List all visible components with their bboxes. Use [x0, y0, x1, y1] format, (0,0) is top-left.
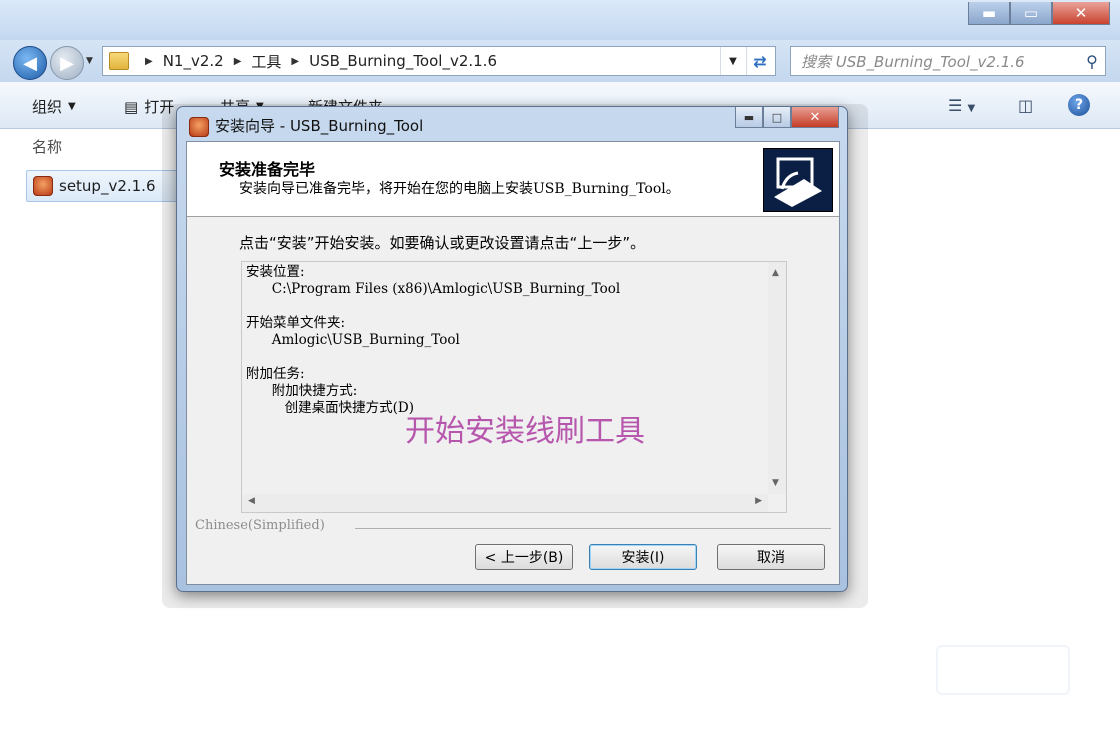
back-button[interactable]: ◀ [13, 46, 47, 80]
cancel-button[interactable]: 取消 [717, 544, 825, 570]
address-row: ◀ ▶ ▼ ▶ N1_v2.2 ▶ 工具 ▶ USB_Burning_Tool_… [0, 40, 1120, 82]
list-item[interactable]: setup_v2.1.6 [26, 170, 178, 202]
dialog-minimize-button[interactable]: ▬ [735, 107, 763, 128]
arrow-right-icon: ▶ [60, 52, 74, 74]
app-icon [33, 176, 53, 196]
arrow-left-icon: ◀ [23, 52, 37, 74]
install-button[interactable]: 安装(I) [589, 544, 697, 570]
view-options-icon[interactable]: ☰ ▼ [948, 96, 975, 115]
dialog-close-button[interactable]: ✕ [791, 107, 839, 128]
search-input[interactable]: 搜索 USB_Burning_Tool_v2.1.6 [801, 51, 1079, 72]
breadcrumb-separator-icon: ▶ [233, 55, 242, 67]
dialog-title: 安装向导 - USB_Burning_Tool [215, 117, 424, 135]
breadcrumb: ▶ N1_v2.2 ▶ 工具 ▶ USB_Burning_Tool_v2.1.6 [135, 51, 497, 72]
address-dropdown-icon[interactable]: ▼ [720, 47, 745, 75]
organize-button[interactable]: 组织 ▼ [32, 96, 76, 117]
wizard-header-subtitle: 安装向导已准备完毕，将开始在您的电脑上安装USB_Burning_Tool。 [239, 181, 680, 197]
installer-dialog: 安装向导 - USB_Burning_Tool ▬ □ ✕ 安装准备完毕 安装向… [176, 106, 848, 592]
maximize-button[interactable]: ▭ [1010, 2, 1052, 25]
language-divider [355, 528, 831, 529]
forward-button[interactable]: ▶ [50, 46, 84, 80]
summary-memo[interactable]: 安装位置: C:\Program Files (x86)\Amlogic\USB… [241, 261, 787, 513]
dialog-window-controls: ▬ □ ✕ [735, 107, 839, 128]
explorer-titlebar: ▬ ▭ ✕ [0, 0, 1120, 40]
organize-label: 组织 [32, 98, 63, 116]
open-icon: ▤ [124, 97, 139, 116]
installer-logo-icon [763, 148, 833, 212]
recent-pages-dropdown-icon[interactable]: ▼ [86, 56, 93, 66]
language-label: Chinese(Simplified) [195, 518, 325, 533]
chevron-down-icon: ▼ [68, 101, 76, 112]
search-icon[interactable]: ⚲ [1079, 52, 1105, 71]
address-bar[interactable]: ▶ N1_v2.2 ▶ 工具 ▶ USB_Burning_Tool_v2.1.6… [102, 46, 776, 76]
installer-app-icon [189, 117, 209, 137]
preview-pane-icon[interactable]: ◫ [1018, 96, 1033, 115]
breadcrumb-separator-icon: ▶ [291, 55, 300, 67]
vertical-scrollbar[interactable]: ▲ ▼ [768, 262, 786, 494]
breadcrumb-n1[interactable]: N1_v2.2 [163, 52, 224, 70]
wizard-header: 安装准备完毕 安装向导已准备完毕，将开始在您的电脑上安装USB_Burning_… [187, 142, 839, 217]
summary-text: 安装位置: C:\Program Files (x86)\Amlogic\USB… [246, 264, 621, 416]
watermark-logo [936, 645, 1070, 695]
refresh-icon[interactable]: ⇄ [746, 47, 773, 75]
breadcrumb-usb-burning-tool[interactable]: USB_Burning_Tool_v2.1.6 [309, 52, 497, 70]
column-header-name[interactable]: 名称 [32, 136, 62, 157]
search-box[interactable]: 搜索 USB_Burning_Tool_v2.1.6 ⚲ [790, 46, 1106, 76]
close-button[interactable]: ✕ [1052, 2, 1110, 25]
scroll-left-icon[interactable]: ◀ [248, 496, 255, 506]
scroll-up-icon[interactable]: ▲ [772, 268, 779, 278]
horizontal-scrollbar[interactable]: ◀ ▶ [242, 494, 768, 512]
wizard-header-title: 安装准备完毕 [219, 160, 316, 179]
back-step-button[interactable]: < 上一步(B) [475, 544, 573, 570]
dialog-client-area: 安装准备完毕 安装向导已准备完毕，将开始在您的电脑上安装USB_Burning_… [186, 141, 840, 585]
folder-icon [109, 52, 129, 70]
breadcrumb-tools[interactable]: 工具 [251, 51, 281, 72]
minimize-button[interactable]: ▬ [968, 2, 1010, 25]
instruction-text: 点击“安装”开始安装。如要确认或更改设置请点击“上一步”。 [239, 234, 646, 252]
dialog-maximize-button[interactable]: □ [763, 107, 791, 128]
explorer-window-controls: ▬ ▭ ✕ [968, 2, 1110, 25]
scroll-right-icon[interactable]: ▶ [755, 496, 762, 506]
scroll-down-icon[interactable]: ▼ [772, 478, 779, 488]
annotation-overlay-text: 开始安装线刷工具 [405, 414, 645, 449]
breadcrumb-separator-icon: ▶ [145, 55, 153, 67]
help-icon[interactable]: ? [1068, 94, 1090, 116]
file-name: setup_v2.1.6 [59, 177, 156, 195]
